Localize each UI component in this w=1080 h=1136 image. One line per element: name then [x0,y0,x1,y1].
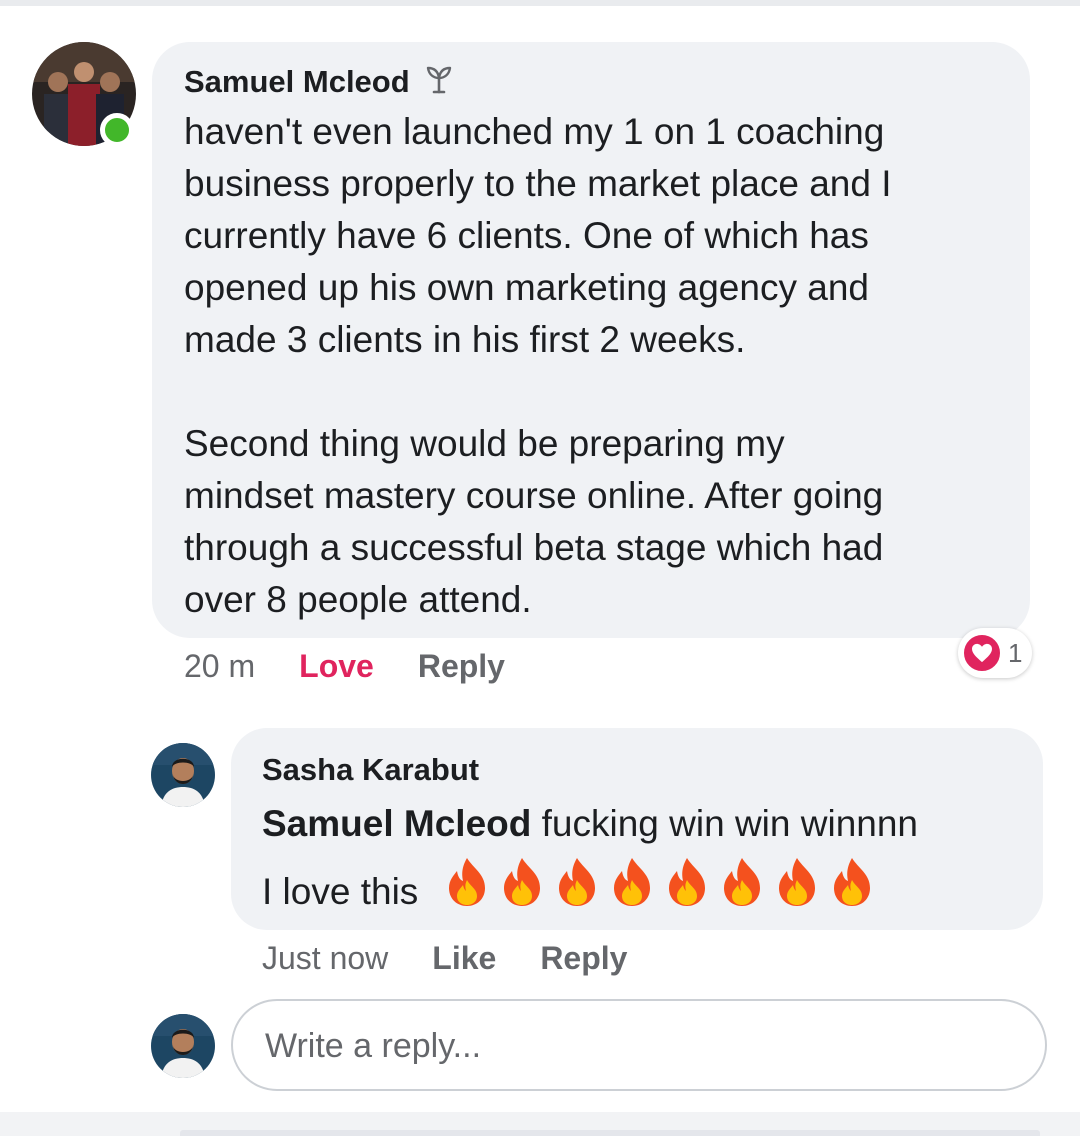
comment-timestamp[interactable]: 20 m [184,648,255,685]
reply-text-after-mention: fucking win win winnnn [531,803,918,844]
fire-emoji-icon [498,856,553,928]
love-reaction-button[interactable]: Love [299,648,374,685]
comment-line: mindset mastery course online. After goi… [184,475,884,516]
reply-author[interactable]: Sasha Karabut [262,752,479,788]
reply-button[interactable]: Reply [418,648,505,685]
top-divider [0,0,1080,6]
reply-text: Samuel Mcleod fucking win win winnnn I l… [262,792,1032,928]
reply-actions: Just now Like Reply [262,940,671,977]
comment-line: through a successful beta stage which ha… [184,527,884,568]
comment-author[interactable]: Samuel Mcleod [184,64,454,102]
comment-actions: 20 m Love Reply [184,648,549,685]
comment-text: haven't even launched my 1 on 1 coaching… [184,106,1014,626]
online-status-dot [100,113,134,147]
comment-line: currently have 6 clients. One of which h… [184,215,869,256]
fire-emoji-icon [608,856,663,928]
sprout-badge-icon [424,64,454,102]
fire-emoji-icon [773,856,828,928]
comment-line: business properly to the market place an… [184,163,892,204]
reply-input[interactable] [263,1015,1007,1077]
fire-emoji-icon [553,856,608,928]
comment-author-name[interactable]: Samuel Mcleod [184,64,410,99]
comment-line: haven't even launched my 1 on 1 coaching [184,111,885,152]
reply-mention[interactable]: Samuel Mcleod [262,803,531,844]
reaction-count: 1 [1008,637,1023,668]
reply-composer[interactable] [231,999,1047,1091]
reply-text-love: I love this [262,871,429,912]
reply-timestamp[interactable]: Just now [262,940,388,977]
avatar-sasha[interactable] [151,743,215,807]
reply-line-2: I love this [262,856,1032,928]
fire-emoji-icon [828,856,883,928]
heart-icon [962,633,1002,673]
comment-line: made 3 clients in his first 2 weeks. [184,319,746,360]
fire-emoji-icon [718,856,773,928]
avatar-current-user[interactable] [151,1014,215,1078]
comment-line: over 8 people attend. [184,579,532,620]
reply-reply-button[interactable]: Reply [540,940,627,977]
reply-line-1: Samuel Mcleod fucking win win winnnn [262,792,1032,856]
fire-emoji-icon [663,856,718,928]
bottom-divider [0,1112,1080,1136]
comment-line: opened up his own marketing agency and [184,267,869,308]
reaction-summary[interactable]: 1 [958,628,1033,678]
fire-emoji-row [443,856,883,928]
comment-line: Second thing would be preparing my [184,423,785,464]
like-button[interactable]: Like [432,940,496,977]
fire-emoji-icon [443,856,498,928]
